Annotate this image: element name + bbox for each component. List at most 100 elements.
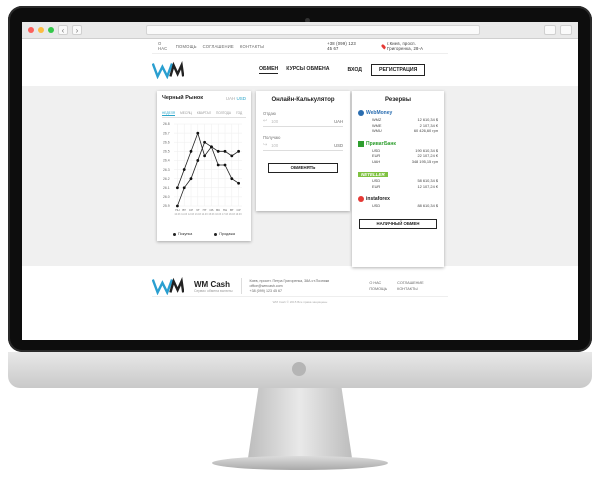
tab-week[interactable]: НЕДЕЛЯ bbox=[162, 111, 176, 116]
legend-buy-marker bbox=[172, 232, 176, 236]
exchange-button[interactable]: ОБМЕНЯТЬ bbox=[268, 163, 338, 173]
screen: ‹ › О НАС ПОМОЩЬ СОГЛАШЕНИЕ КОНТАКТЫ +38… bbox=[22, 22, 578, 340]
data-point bbox=[216, 149, 220, 153]
data-point bbox=[237, 149, 240, 153]
x-tick-label: ВС bbox=[216, 208, 221, 212]
location-pin-icon bbox=[380, 43, 387, 49]
arrow-right-icon: ↪ bbox=[263, 142, 268, 148]
header-location: г.Киев, просп. Григоренка, 28-А bbox=[380, 41, 442, 51]
give-currency[interactable]: UAH bbox=[334, 119, 343, 124]
data-point bbox=[210, 145, 213, 149]
monitor-stand bbox=[248, 388, 352, 458]
give-amount[interactable]: 100 bbox=[271, 119, 334, 124]
tab-month[interactable]: МЕСЯЦ bbox=[180, 111, 192, 116]
y-tick-label: 26.0 bbox=[163, 195, 170, 199]
x-tick-label: ПН bbox=[175, 208, 179, 212]
data-point bbox=[196, 159, 200, 162]
close-window-button[interactable] bbox=[28, 27, 34, 33]
receive-field[interactable]: ↪ 100 USD bbox=[263, 140, 343, 151]
back-button[interactable]: ‹ bbox=[58, 25, 68, 35]
maximize-window-button[interactable] bbox=[48, 27, 54, 33]
address-bar[interactable] bbox=[146, 25, 480, 35]
minimize-window-button[interactable] bbox=[38, 27, 44, 33]
y-tick-label: 26.4 bbox=[163, 159, 170, 163]
x-tick-label: СР bbox=[237, 208, 241, 212]
y-tick-label: 26.6 bbox=[163, 140, 170, 144]
exchange-rate-chart: 26.8 26.7 26.6 26.5 26.4 26.3 26.2 26.1 26.0 25.9… bbox=[163, 122, 243, 216]
monitor-foot bbox=[212, 456, 388, 470]
nav-exchange[interactable]: ОБМЕН bbox=[259, 66, 279, 74]
site-header: ОБМЕН КУРСЫ ОБМЕНА ВХОД РЕГИСТРАЦИЯ bbox=[152, 54, 448, 86]
webmoney-icon bbox=[358, 110, 364, 116]
give-field[interactable]: ↩ 100 UAH bbox=[263, 116, 343, 127]
currency-uah[interactable]: UAH bbox=[226, 96, 236, 101]
period-tabs: НЕДЕЛЯ МЕСЯЦ КВАРТАЛ ПОЛГОДА ГОД bbox=[162, 111, 246, 118]
site-footer: WM Cash Сервис обмена валюты Киев, просп… bbox=[152, 266, 448, 306]
y-tick-label: 26.5 bbox=[163, 150, 170, 154]
calculator-title: Онлайн-Калькулятор bbox=[271, 97, 335, 103]
market-title: Черный Рынок bbox=[162, 95, 204, 101]
receive-currency[interactable]: USD bbox=[334, 143, 343, 148]
tabs-button[interactable] bbox=[560, 25, 572, 35]
legend-sell: Продажа bbox=[214, 232, 235, 236]
receive-amount[interactable]: 100 bbox=[271, 143, 334, 148]
tab-year[interactable]: ГОД bbox=[236, 111, 242, 116]
copyright: WM Cash © 2015 Все права защищены bbox=[152, 296, 448, 304]
reserve-group-webmoney: WebMoney WMZ 12 610,34 $ WME 2 107,34 € WM… bbox=[358, 109, 438, 134]
forward-button[interactable]: › bbox=[72, 25, 82, 35]
data-point bbox=[189, 177, 193, 181]
x-tick-label: ПТ bbox=[203, 208, 207, 212]
register-button[interactable]: РЕГИСТРАЦИЯ bbox=[371, 64, 426, 76]
data-point bbox=[189, 149, 193, 153]
wm-logo-icon[interactable] bbox=[152, 61, 184, 79]
footer-phone: +38 (099) 123 45 67 bbox=[249, 288, 282, 293]
calculator-card: Онлайн-Калькулятор Отдаю ↩ 100 UAH Получ… bbox=[256, 91, 350, 211]
footer-logo-icon[interactable] bbox=[152, 277, 184, 295]
currency-usd[interactable]: USD bbox=[236, 96, 246, 101]
y-tick-label: 25.9 bbox=[163, 204, 170, 208]
reserve-row: EUR 12 107,24 € bbox=[372, 183, 438, 189]
reserve-row: WMU 60 426,60 грн bbox=[372, 128, 438, 133]
y-tick-label: 26.7 bbox=[163, 131, 170, 135]
share-button[interactable] bbox=[544, 25, 556, 35]
top-nav-agreement[interactable]: СОГЛАШЕНИЕ bbox=[203, 44, 234, 49]
cash-exchange-button[interactable]: НАЛИЧНЫЙ ОБМЕН bbox=[359, 218, 437, 229]
privatbank-logo: ПриватБанк bbox=[358, 140, 438, 148]
nav-exchange-rates[interactable]: КУРСЫ ОБМЕНА bbox=[286, 66, 329, 74]
chart-legend: Покупка Продажа bbox=[162, 232, 246, 236]
main-content: Черный Рынок UAH USD НЕДЕЛЯ МЕСЯЦ КВАРТА… bbox=[22, 86, 578, 267]
data-point bbox=[230, 177, 234, 181]
browser-toolbar: ‹ › bbox=[22, 22, 578, 39]
footer-address: Киев, проспт. Петра Григоренка, 38А ст.П… bbox=[249, 278, 330, 283]
reserve-row: USD 88 610,34 $ bbox=[372, 203, 438, 208]
webmoney-logo: WebMoney bbox=[358, 109, 438, 117]
top-nav-about[interactable]: О НАС bbox=[158, 41, 170, 51]
x-tick-label: СБ bbox=[209, 208, 213, 212]
reserve-group-neteller: NETELLER USD 58 610,34 $ EUR 12 107,24 € bbox=[358, 170, 438, 189]
reserve-group-privatbank: ПриватБанк USD 190 610,34 $ EUR 22 107,24 … bbox=[358, 140, 438, 165]
neteller-logo: NETELLER bbox=[358, 170, 438, 178]
main-nav: ОБМЕН КУРСЫ ОБМЕНА bbox=[259, 66, 329, 74]
footer-link-contacts[interactable]: КОНТАКТЫ bbox=[397, 286, 424, 292]
privatbank-icon bbox=[358, 140, 364, 147]
top-nav-contacts[interactable]: КОНТАКТЫ bbox=[240, 44, 264, 49]
x-tick-label: ВТ bbox=[182, 208, 186, 212]
footer-divider bbox=[240, 278, 242, 294]
data-point bbox=[230, 154, 234, 158]
data-point bbox=[182, 168, 186, 171]
reserves-title: Резервы bbox=[385, 97, 411, 103]
top-nav-help[interactable]: ПОМОЩЬ bbox=[176, 44, 197, 49]
x-tick-label: ВТ bbox=[230, 208, 234, 212]
footer-links: О НАС СОГЛАШЕНИЕ ПОМОЩЬ КОНТАКТЫ bbox=[369, 280, 423, 292]
tab-half-year[interactable]: ПОЛГОДА bbox=[216, 111, 231, 116]
x-tick-sublabel: 13.03 bbox=[195, 213, 202, 216]
tab-quarter[interactable]: КВАРТАЛ bbox=[197, 111, 211, 116]
data-point bbox=[203, 140, 206, 144]
login-link[interactable]: ВХОД bbox=[347, 67, 362, 73]
apple-logo bbox=[292, 362, 306, 376]
x-tick-sublabel: 19.03 bbox=[236, 213, 243, 216]
footer-link-help[interactable]: ПОМОЩЬ bbox=[369, 286, 387, 292]
data-point bbox=[203, 154, 206, 158]
location-text: г.Киев, просп. Григоренка, 28-А bbox=[387, 41, 424, 51]
y-tick-label: 26.3 bbox=[163, 168, 170, 172]
